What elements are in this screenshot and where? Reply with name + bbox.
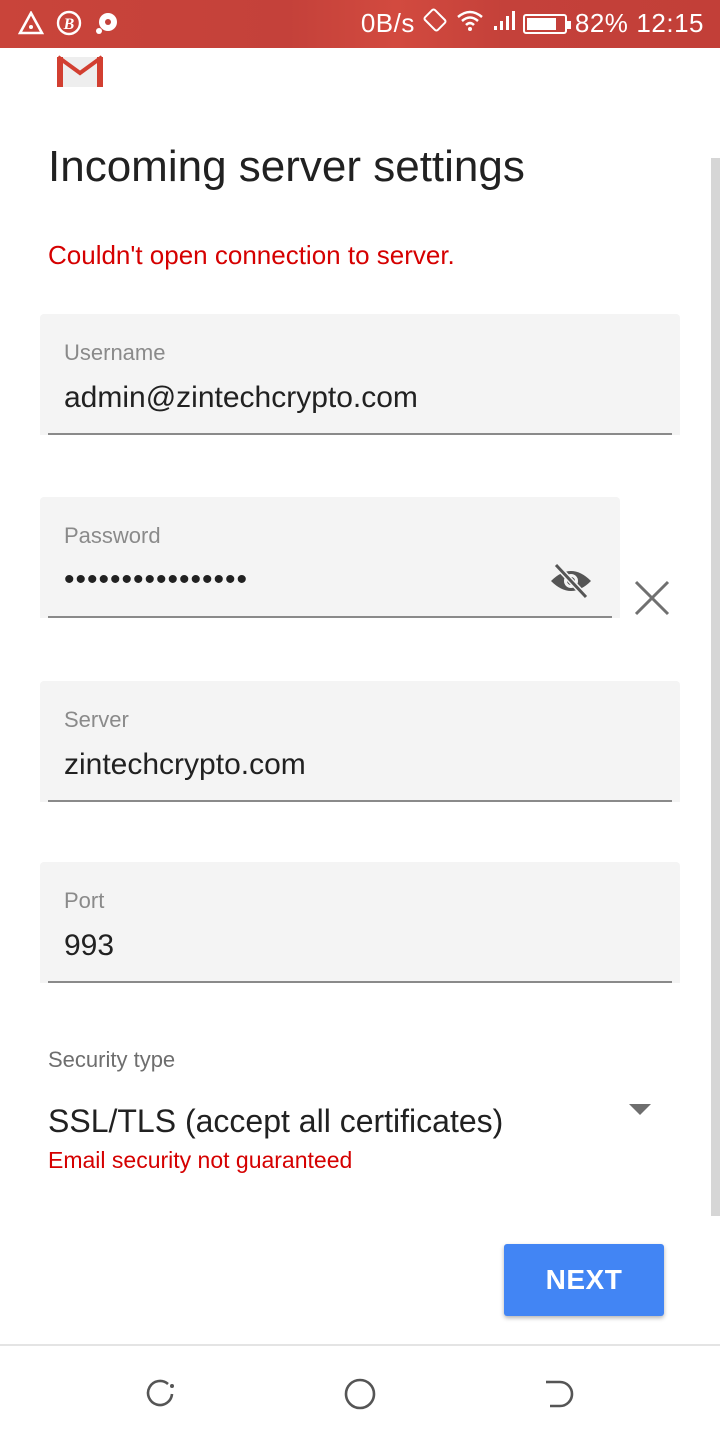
server-input[interactable]: zintechcrypto.com <box>64 748 306 782</box>
next-button[interactable]: NEXT <box>504 1244 664 1316</box>
status-bar: B 0B/s 82% 12:15 <box>0 0 720 48</box>
username-field[interactable]: Username admin@zintechcrypto.com <box>40 314 680 435</box>
password-label: Password <box>64 523 161 548</box>
signal-icon <box>493 8 515 39</box>
wifi-icon <box>455 8 485 39</box>
connection-error-message: Couldn't open connection to server. <box>48 240 455 270</box>
server-underline <box>48 800 672 802</box>
password-underline <box>48 616 612 618</box>
recent-apps-icon[interactable] <box>142 1376 178 1412</box>
b-circle-icon: B <box>56 10 82 41</box>
battery-percent: 82% <box>574 8 629 38</box>
page-title: Incoming server settings <box>48 142 525 191</box>
clear-password-icon[interactable] <box>632 578 672 618</box>
network-speed: 0B/s <box>360 8 415 38</box>
port-field[interactable]: Port 993 <box>40 862 680 983</box>
visibility-off-icon[interactable] <box>548 561 594 606</box>
security-warning: Email security not guaranteed <box>48 1147 353 1173</box>
sync-icon <box>94 10 120 41</box>
clock: 12:15 <box>636 8 704 38</box>
alert-triangle-icon <box>17 10 45 40</box>
home-icon[interactable] <box>342 1376 378 1412</box>
battery-level <box>526 17 557 30</box>
rotate-icon <box>423 8 447 39</box>
username-input[interactable]: admin@zintechcrypto.com <box>64 381 418 415</box>
password-input[interactable]: •••••••••••••••• <box>64 563 248 597</box>
port-input[interactable]: 993 <box>64 929 114 963</box>
port-label: Port <box>64 888 105 913</box>
username-label: Username <box>64 340 166 365</box>
security-type-label: Security type <box>48 1047 176 1072</box>
port-underline <box>48 981 672 983</box>
server-label: Server <box>64 707 129 732</box>
username-underline <box>48 433 672 435</box>
scrollbar[interactable] <box>711 158 720 1216</box>
svg-text:B: B <box>63 16 75 33</box>
dropdown-arrow-icon[interactable] <box>629 1104 651 1115</box>
battery-charging-icon <box>522 13 571 34</box>
navigation-bar <box>0 1344 720 1442</box>
security-type-select[interactable]: SSL/TLS (accept all certificates) <box>48 1103 503 1140</box>
password-field[interactable]: Password •••••••••••••••• <box>40 497 620 618</box>
server-field[interactable]: Server zintechcrypto.com <box>40 681 680 802</box>
gmail-logo <box>56 55 104 89</box>
back-icon[interactable] <box>542 1376 578 1412</box>
